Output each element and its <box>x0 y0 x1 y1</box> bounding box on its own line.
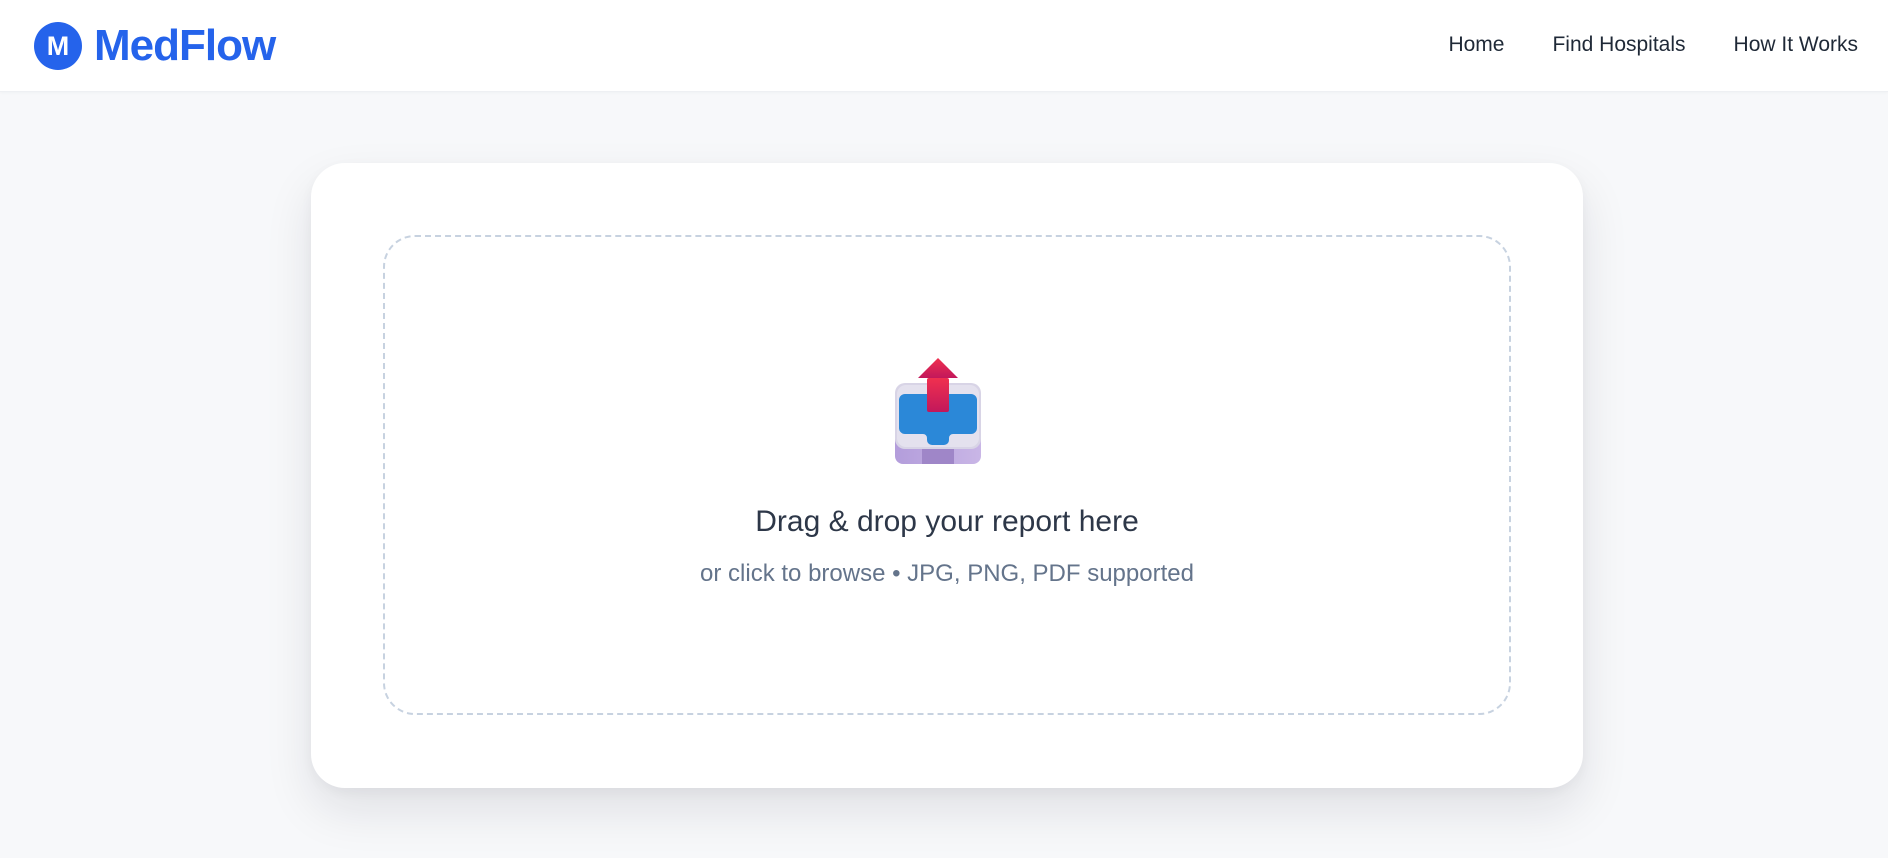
top-navbar: M MedFlow Home Find Hospitals How It Wor… <box>0 0 1888 92</box>
brand-name: MedFlow <box>94 21 276 70</box>
dropzone-subtitle: or click to browse • JPG, PNG, PDF suppo… <box>700 560 1194 587</box>
file-dropzone[interactable]: Drag & drop your report here or click to… <box>383 235 1511 715</box>
upload-tray-icon <box>895 358 981 464</box>
dropzone-title: Drag & drop your report here <box>755 505 1139 538</box>
nav-how-it-works-link[interactable]: How It Works <box>1734 30 1858 60</box>
nav-home-link[interactable]: Home <box>1448 30 1504 60</box>
main-nav: Home Find Hospitals How It Works <box>1448 30 1858 60</box>
brand-logo-link[interactable]: M MedFlow <box>34 21 276 71</box>
upload-card: Drag & drop your report here or click to… <box>311 163 1583 788</box>
nav-find-hospitals-link[interactable]: Find Hospitals <box>1552 30 1685 60</box>
logo-badge: M <box>34 22 82 70</box>
